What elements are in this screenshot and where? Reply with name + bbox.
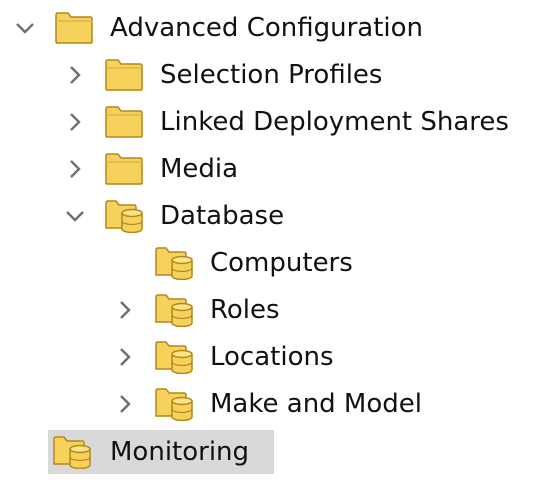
chevron-right-icon[interactable] [64, 158, 86, 180]
tree-item-label: Roles [210, 295, 280, 325]
folder-icon [55, 12, 93, 44]
navigation-tree: Advanced Configuration Selection Profile… [0, 0, 544, 497]
tree-item-linked-deployment-shares[interactable]: Linked Deployment Shares [0, 102, 544, 142]
tree-item-make-and-model[interactable]: Make and Model [0, 384, 544, 424]
tree-item-label: Database [160, 201, 285, 231]
chevron-right-icon[interactable] [114, 393, 136, 415]
chevron-down-icon[interactable] [14, 17, 36, 39]
database-folder-icon [155, 247, 193, 280]
chevron-down-icon[interactable] [64, 205, 86, 227]
tree-item-label: Selection Profiles [160, 60, 383, 90]
chevron-right-icon[interactable] [64, 111, 86, 133]
chevron-right-icon[interactable] [114, 346, 136, 368]
tree-item-label: Media [160, 154, 239, 184]
tree-item-monitoring[interactable]: Monitoring [48, 430, 274, 474]
folder-icon [105, 106, 143, 138]
chevron-right-icon[interactable] [64, 64, 86, 86]
tree-item-label: Advanced Configuration [110, 13, 424, 43]
folder-icon [105, 59, 143, 91]
tree-item-database[interactable]: Database [0, 196, 544, 236]
tree-item-label: Make and Model [210, 389, 422, 419]
tree-item-roles[interactable]: Roles [0, 290, 544, 330]
database-folder-icon [105, 200, 143, 233]
folder-icon [105, 153, 143, 185]
tree-item-locations[interactable]: Locations [0, 337, 544, 377]
chevron-right-icon[interactable] [114, 299, 136, 321]
database-folder-icon [155, 294, 193, 327]
database-folder-icon [155, 341, 193, 374]
database-folder-icon [53, 436, 91, 469]
tree-item-computers[interactable]: Computers [0, 243, 544, 283]
tree-item-label: Computers [210, 248, 353, 278]
database-folder-icon [155, 388, 193, 421]
tree-item-selection-profiles[interactable]: Selection Profiles [0, 55, 544, 95]
tree-item-media[interactable]: Media [0, 149, 544, 189]
tree-item-label: Locations [210, 342, 334, 372]
tree-item-label: Monitoring [110, 437, 250, 467]
tree-item-label: Linked Deployment Shares [160, 107, 509, 137]
tree-item-advanced-configuration[interactable]: Advanced Configuration [0, 8, 544, 48]
